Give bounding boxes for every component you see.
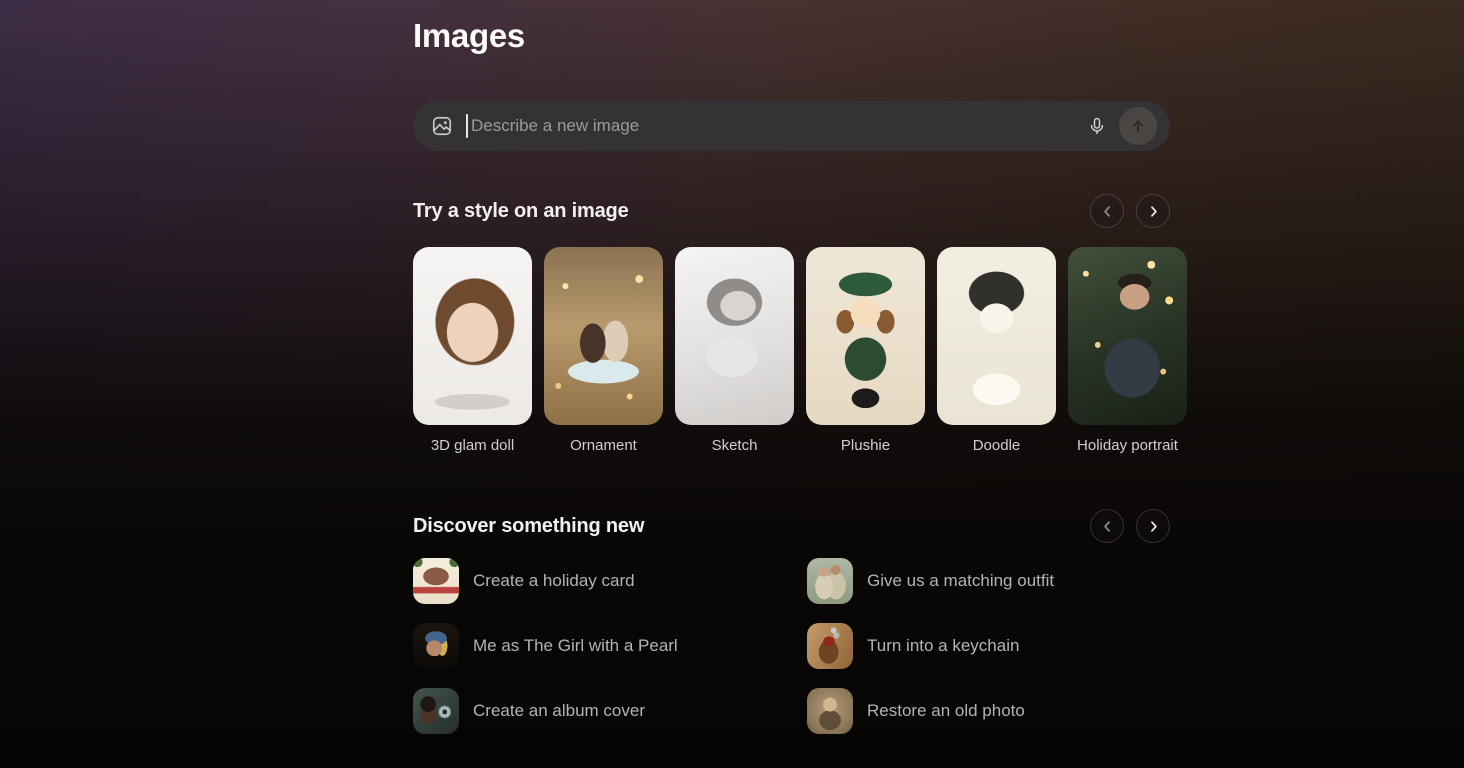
discover-item-label: Restore an old photo [867,701,1025,721]
arrow-up-icon [1129,117,1147,135]
discover-item[interactable]: Me as The Girl with a Pearl [413,623,793,669]
discover-next-button[interactable] [1136,509,1170,543]
style-card[interactable]: 3D glam doll [413,247,532,455]
discover-item-label: Turn into a keychain [867,636,1019,656]
style-card-label: Sketch [675,437,794,455]
style-card-label: Ornament [544,437,663,455]
discover-item-thumbnail [413,688,459,734]
style-card-label: Doodle [937,437,1056,455]
discover-item-label: Give us a matching outfit [867,571,1054,591]
discover-prev-button[interactable] [1090,509,1124,543]
discover-item-thumbnail [413,558,459,604]
discover-section-title: Discover something new [413,515,644,538]
discover-grid: Create a holiday card Give us a matching… [413,558,1187,734]
submit-button[interactable] [1119,107,1157,145]
text-caret [466,114,468,138]
style-card-image[interactable] [413,247,532,425]
discover-item[interactable]: Give us a matching outfit [807,558,1187,604]
chevron-left-icon [1101,520,1114,533]
discover-item[interactable]: Restore an old photo [807,688,1187,734]
style-card-label: Plushie [806,437,925,455]
style-card[interactable]: Plushie [806,247,925,455]
chevron-left-icon [1101,205,1114,218]
discover-item-thumbnail [807,623,853,669]
discover-carousel-nav [1090,509,1170,543]
discover-item-label: Create an album cover [473,701,645,721]
style-card[interactable]: Holiday portrait [1068,247,1187,455]
main-content: Images Describe a new image [413,0,1170,734]
style-card-image[interactable] [675,247,794,425]
styles-next-button[interactable] [1136,194,1170,228]
style-card-label: 3D glam doll [413,437,532,455]
discover-item[interactable]: Turn into a keychain [807,623,1187,669]
microphone-icon[interactable] [1087,116,1107,136]
discover-item-label: Create a holiday card [473,571,635,591]
styles-carousel-nav [1090,194,1170,228]
style-card-image[interactable] [544,247,663,425]
discover-item-thumbnail [413,623,459,669]
page-title: Images [413,15,1170,57]
chevron-right-icon [1147,520,1160,533]
chevron-right-icon [1147,205,1160,218]
style-carousel: 3D glam doll Ornament Sketch Plushie Doo… [413,247,1187,455]
discover-item-thumbnail [807,558,853,604]
prompt-composer[interactable]: Describe a new image [413,101,1170,151]
style-card[interactable]: Doodle [937,247,1056,455]
discover-item-label: Me as The Girl with a Pearl [473,636,678,656]
discover-item[interactable]: Create an album cover [413,688,793,734]
style-card[interactable]: Ornament [544,247,663,455]
styles-section-title: Try a style on an image [413,200,629,223]
style-card-label: Holiday portrait [1068,437,1187,455]
style-card[interactable]: Sketch [675,247,794,455]
styles-section-header: Try a style on an image [413,193,1170,229]
discover-item[interactable]: Create a holiday card [413,558,793,604]
style-card-image[interactable] [937,247,1056,425]
image-icon[interactable] [431,115,453,137]
prompt-input[interactable]: Describe a new image [471,116,1087,136]
discover-item-thumbnail [807,688,853,734]
discover-section-header: Discover something new [413,508,1170,544]
styles-prev-button[interactable] [1090,194,1124,228]
style-card-image[interactable] [1068,247,1187,425]
style-card-image[interactable] [806,247,925,425]
